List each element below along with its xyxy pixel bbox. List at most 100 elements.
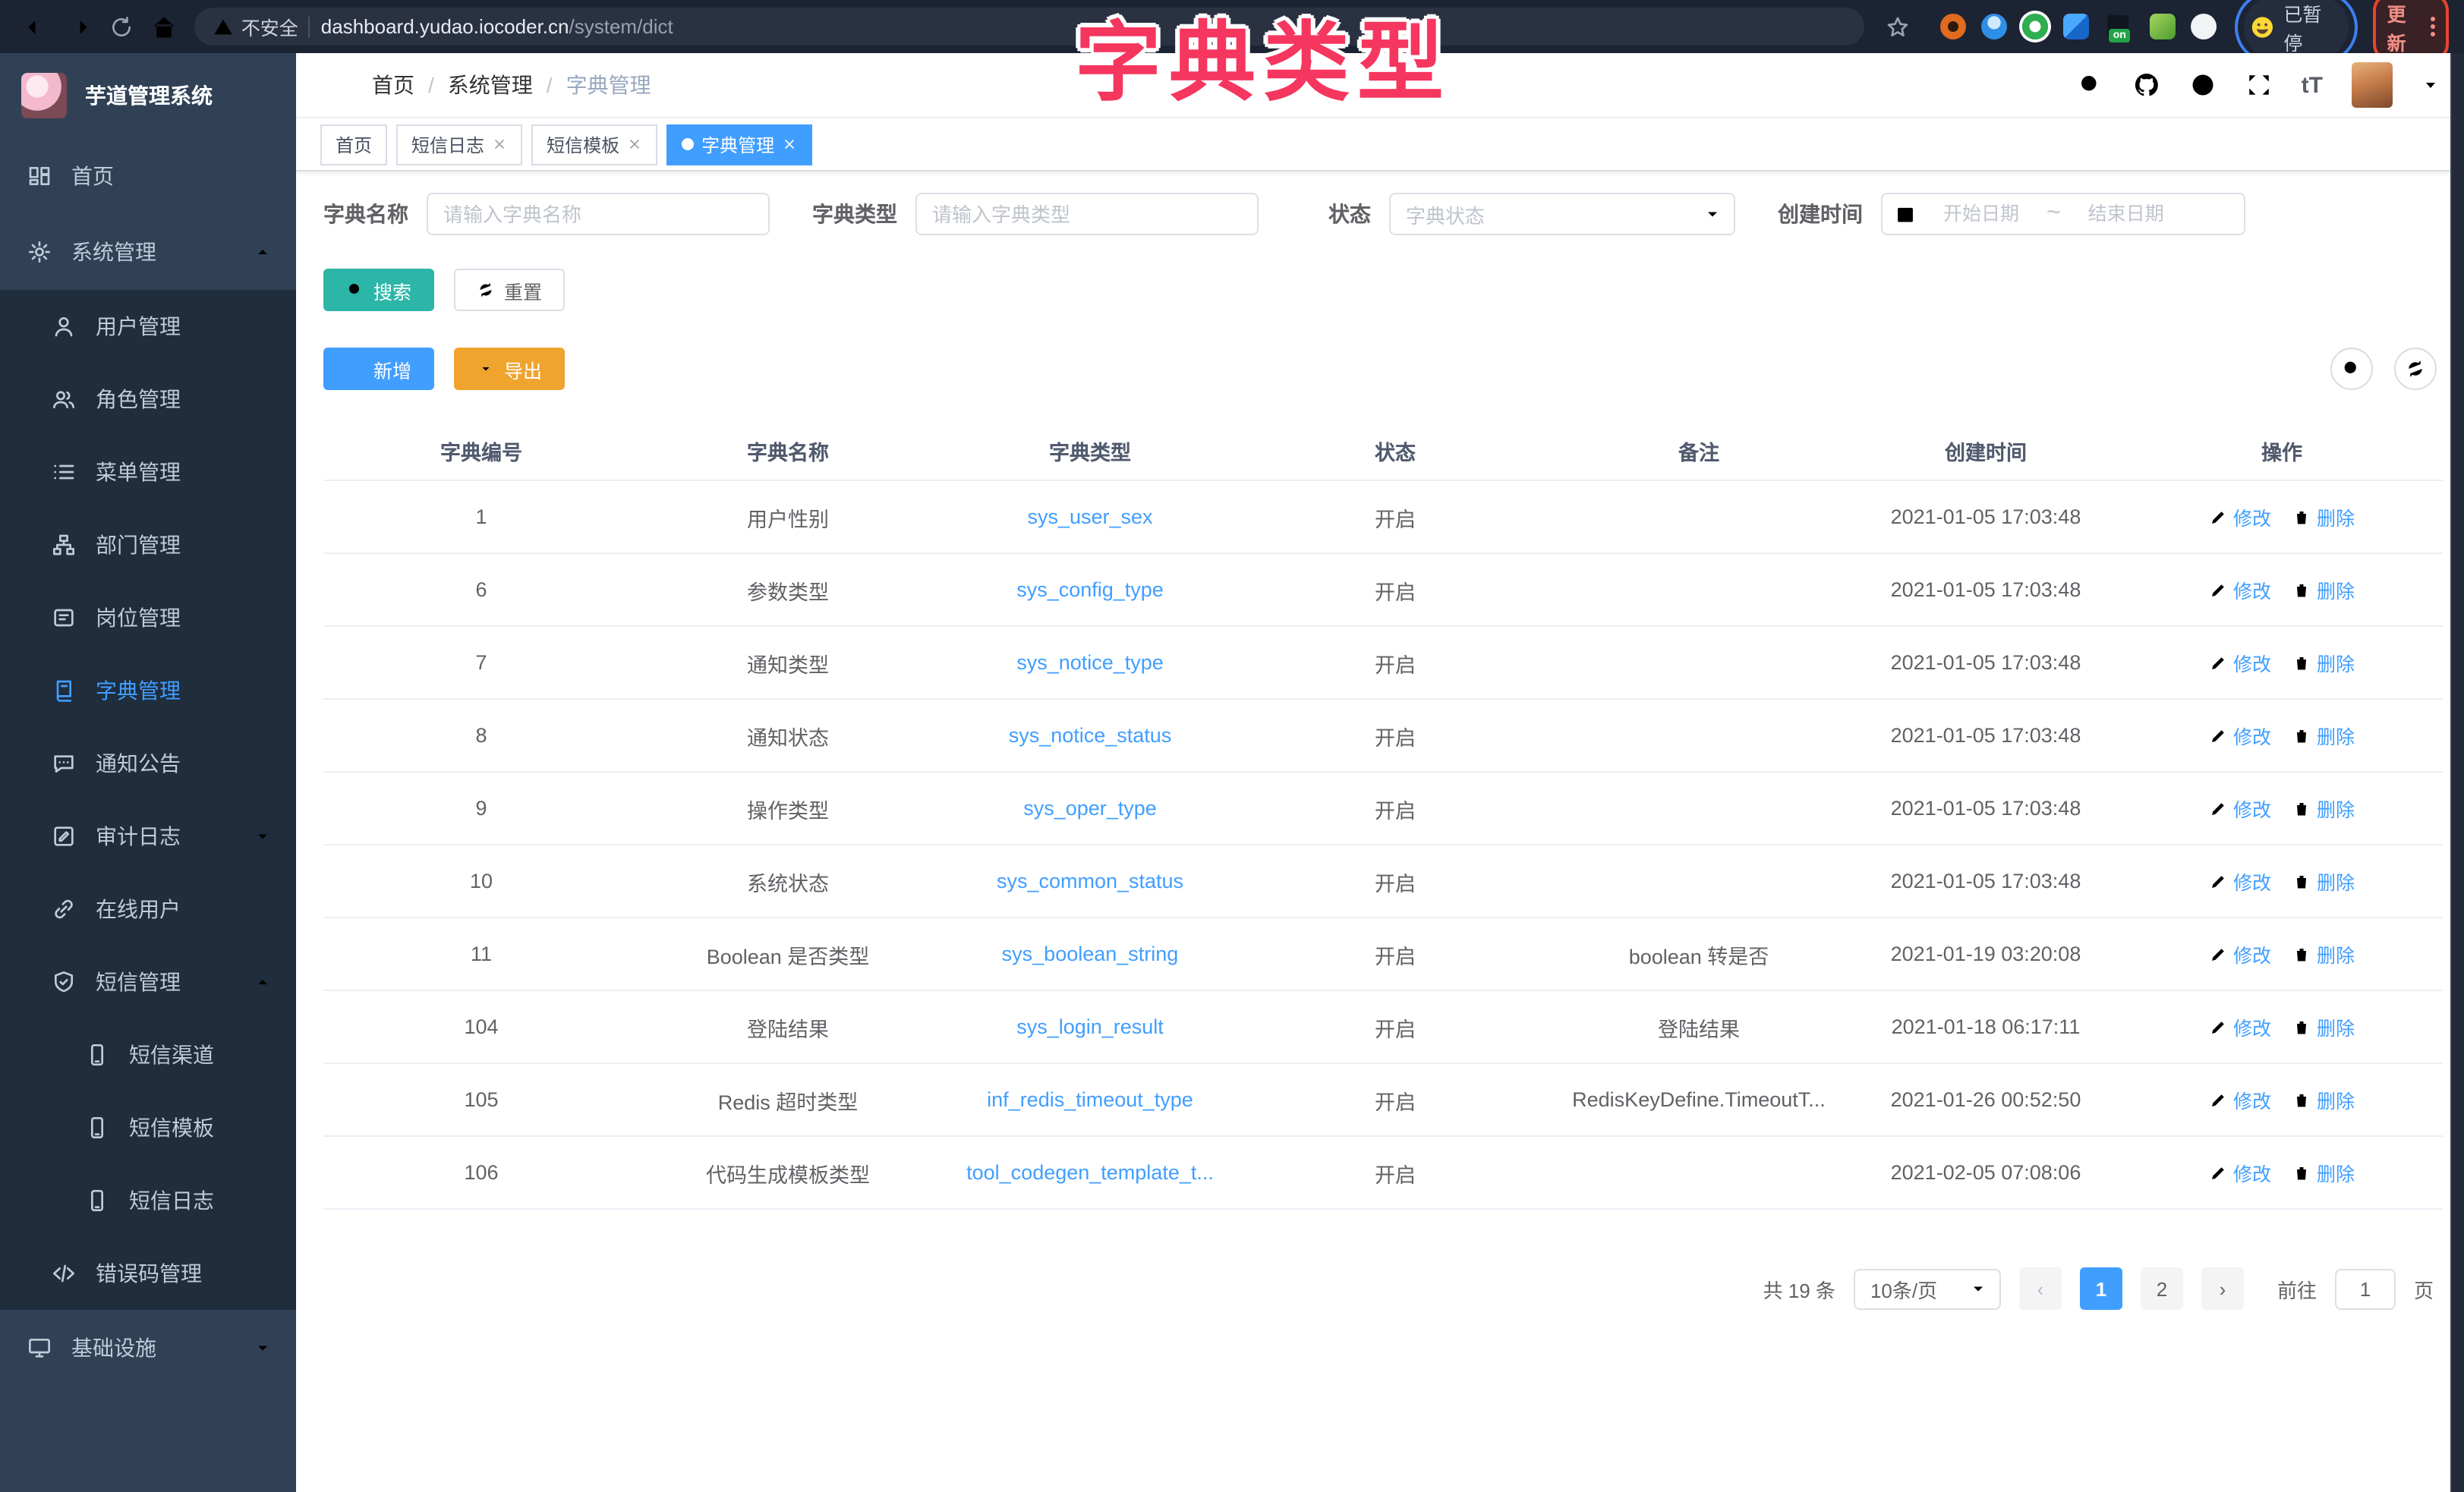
edit-link[interactable]: 修改 [2209,502,2271,531]
reset-button[interactable]: 重置 [454,269,565,311]
avatar-caret-down-icon[interactable] [2421,76,2440,94]
edit-link[interactable]: 修改 [2209,940,2271,968]
edit-link[interactable]: 修改 [2209,575,2271,604]
font-size-icon[interactable]: tT [2302,72,2323,98]
user-avatar[interactable] [2352,62,2393,108]
tab-sms-template[interactable]: 短信模板 [531,124,657,165]
status-select[interactable]: 字典状态 [1389,193,1735,235]
sidebar-item-infrastructure[interactable]: 基础设施 [0,1310,296,1386]
sidebar-item-role-management[interactable]: 角色管理 [0,363,296,436]
breadcrumb-home[interactable]: 首页 [372,70,414,100]
sidebar-item-sms-log[interactable]: 短信日志 [0,1164,296,1237]
page-button-2[interactable]: 2 [2141,1267,2183,1310]
extension-blue-gem-icon[interactable] [1981,14,2007,39]
page-scrollbar[interactable] [2450,53,2464,1492]
sidebar-item-sms-template[interactable]: 短信模板 [0,1091,296,1164]
dict-type-link[interactable]: sys_boolean_string [937,943,1243,965]
app-logo-row[interactable]: 芋道管理系统 [0,53,296,138]
delete-link[interactable]: 删除 [2292,794,2355,823]
dict-type-input[interactable] [915,193,1259,235]
delete-link[interactable]: 删除 [2292,721,2355,750]
delete-link[interactable]: 删除 [2292,940,2355,968]
extension-blue-tiles-icon[interactable] [2063,14,2089,39]
help-icon[interactable] [2189,71,2217,99]
browser-forward-button[interactable] [58,7,100,46]
dict-type-link[interactable]: inf_redis_timeout_type [937,1088,1243,1111]
extension-green-leaf-icon[interactable] [2150,14,2176,39]
delete-link[interactable]: 删除 [2292,1012,2355,1041]
delete-link[interactable]: 删除 [2292,1085,2355,1114]
edit-link[interactable]: 修改 [2209,648,2271,677]
tab-home[interactable]: 首页 [320,124,387,165]
browser-back-button[interactable] [15,7,58,46]
dict-type-link[interactable]: sys_user_sex [937,505,1243,528]
delete-link[interactable]: 删除 [2292,648,2355,677]
sidebar-item-notice-announcement[interactable]: 通知公告 [0,727,296,800]
sidebar-item-audit-log[interactable]: 审计日志 [0,800,296,873]
fullscreen-icon[interactable] [2245,71,2273,99]
close-icon[interactable] [627,137,642,152]
delete-link[interactable]: 删除 [2292,502,2355,531]
browser-update-button[interactable]: 更新 [2387,0,2421,55]
dict-type-link[interactable]: sys_oper_type [937,797,1243,820]
address-bar[interactable]: 不安全 dashboard.yudao.iocoder.cn/system/di… [194,8,1864,46]
table-search-toggle-button[interactable] [2330,348,2373,390]
add-button[interactable]: 新增 [323,348,434,390]
sidebar-item-dict-management[interactable]: 字典管理 [0,654,296,727]
dict-type-link[interactable]: sys_common_status [937,870,1243,892]
end-date-input[interactable] [2070,203,2182,225]
dict-type-link[interactable]: sys_notice_status [937,724,1243,747]
extension-on-badge-icon[interactable]: on [2104,14,2135,39]
hamburger-menu-icon[interactable] [320,71,348,99]
next-page-button[interactable]: › [2201,1267,2244,1310]
security-status[interactable]: 不安全 [213,12,298,41]
tab-dict-management[interactable]: 字典管理 [666,124,812,165]
edit-link[interactable]: 修改 [2209,794,2271,823]
dict-type-link[interactable]: tool_codegen_template_t... [937,1161,1243,1184]
sidebar-item-menu-management[interactable]: 菜单管理 [0,436,296,508]
close-icon[interactable] [492,137,507,152]
browser-menu-icon[interactable] [2431,17,2435,36]
edit-link[interactable]: 修改 [2209,1012,2271,1041]
search-button[interactable]: 搜索 [323,269,434,311]
delete-link[interactable]: 删除 [2292,867,2355,896]
sidebar-item-post-management[interactable]: 岗位管理 [0,581,296,654]
sidebar-item-sms-management[interactable]: 短信管理 [0,946,296,1018]
paused-extension-badge[interactable]: 已暂停 [2244,0,2349,58]
edit-link[interactable]: 修改 [2209,721,2271,750]
sidebar-item-user-management[interactable]: 用户管理 [0,290,296,363]
dict-type-link[interactable]: sys_notice_type [937,651,1243,674]
start-date-input[interactable] [1925,203,2037,225]
edit-link[interactable]: 修改 [2209,1085,2271,1114]
sidebar-item-home[interactable]: 首页 [0,138,296,214]
delete-link[interactable]: 删除 [2292,575,2355,604]
extension-green-circle-icon[interactable] [2022,14,2048,39]
dict-type-link[interactable]: sys_config_type [937,578,1243,601]
tab-sms-log[interactable]: 短信日志 [396,124,522,165]
bookmark-star-icon[interactable] [1876,7,1919,46]
extension-puzzle-icon[interactable] [2191,14,2217,39]
delete-link[interactable]: 删除 [2292,1158,2355,1187]
dict-type-link[interactable]: sys_login_result [937,1015,1243,1038]
prev-page-button[interactable]: ‹ [2019,1267,2062,1310]
github-icon[interactable] [2133,71,2160,99]
sidebar-item-system-management[interactable]: 系统管理 [0,214,296,290]
header-search-icon[interactable] [2077,71,2104,99]
goto-page-input[interactable] [2335,1268,2396,1309]
breadcrumb-system[interactable]: 系统管理 [448,70,533,100]
export-button[interactable]: 导出 [454,348,565,390]
sidebar-item-error-code-management[interactable]: 错误码管理 [0,1237,296,1310]
edit-link[interactable]: 修改 [2209,867,2271,896]
sidebar-item-online-users[interactable]: 在线用户 [0,873,296,946]
table-refresh-button[interactable] [2394,348,2437,390]
edit-link[interactable]: 修改 [2209,1158,2271,1187]
sidebar-item-department-management[interactable]: 部门管理 [0,508,296,581]
close-icon[interactable] [782,137,797,152]
date-range-picker[interactable]: ~ [1881,193,2245,235]
dict-name-input[interactable] [427,193,770,235]
page-size-select[interactable]: 10条/页 [1854,1268,2001,1309]
page-button-1[interactable]: 1 [2080,1267,2122,1310]
browser-home-button[interactable] [143,7,185,46]
sidebar-item-sms-channel[interactable]: 短信渠道 [0,1018,296,1091]
extension-orange-icon[interactable] [1940,14,1966,39]
